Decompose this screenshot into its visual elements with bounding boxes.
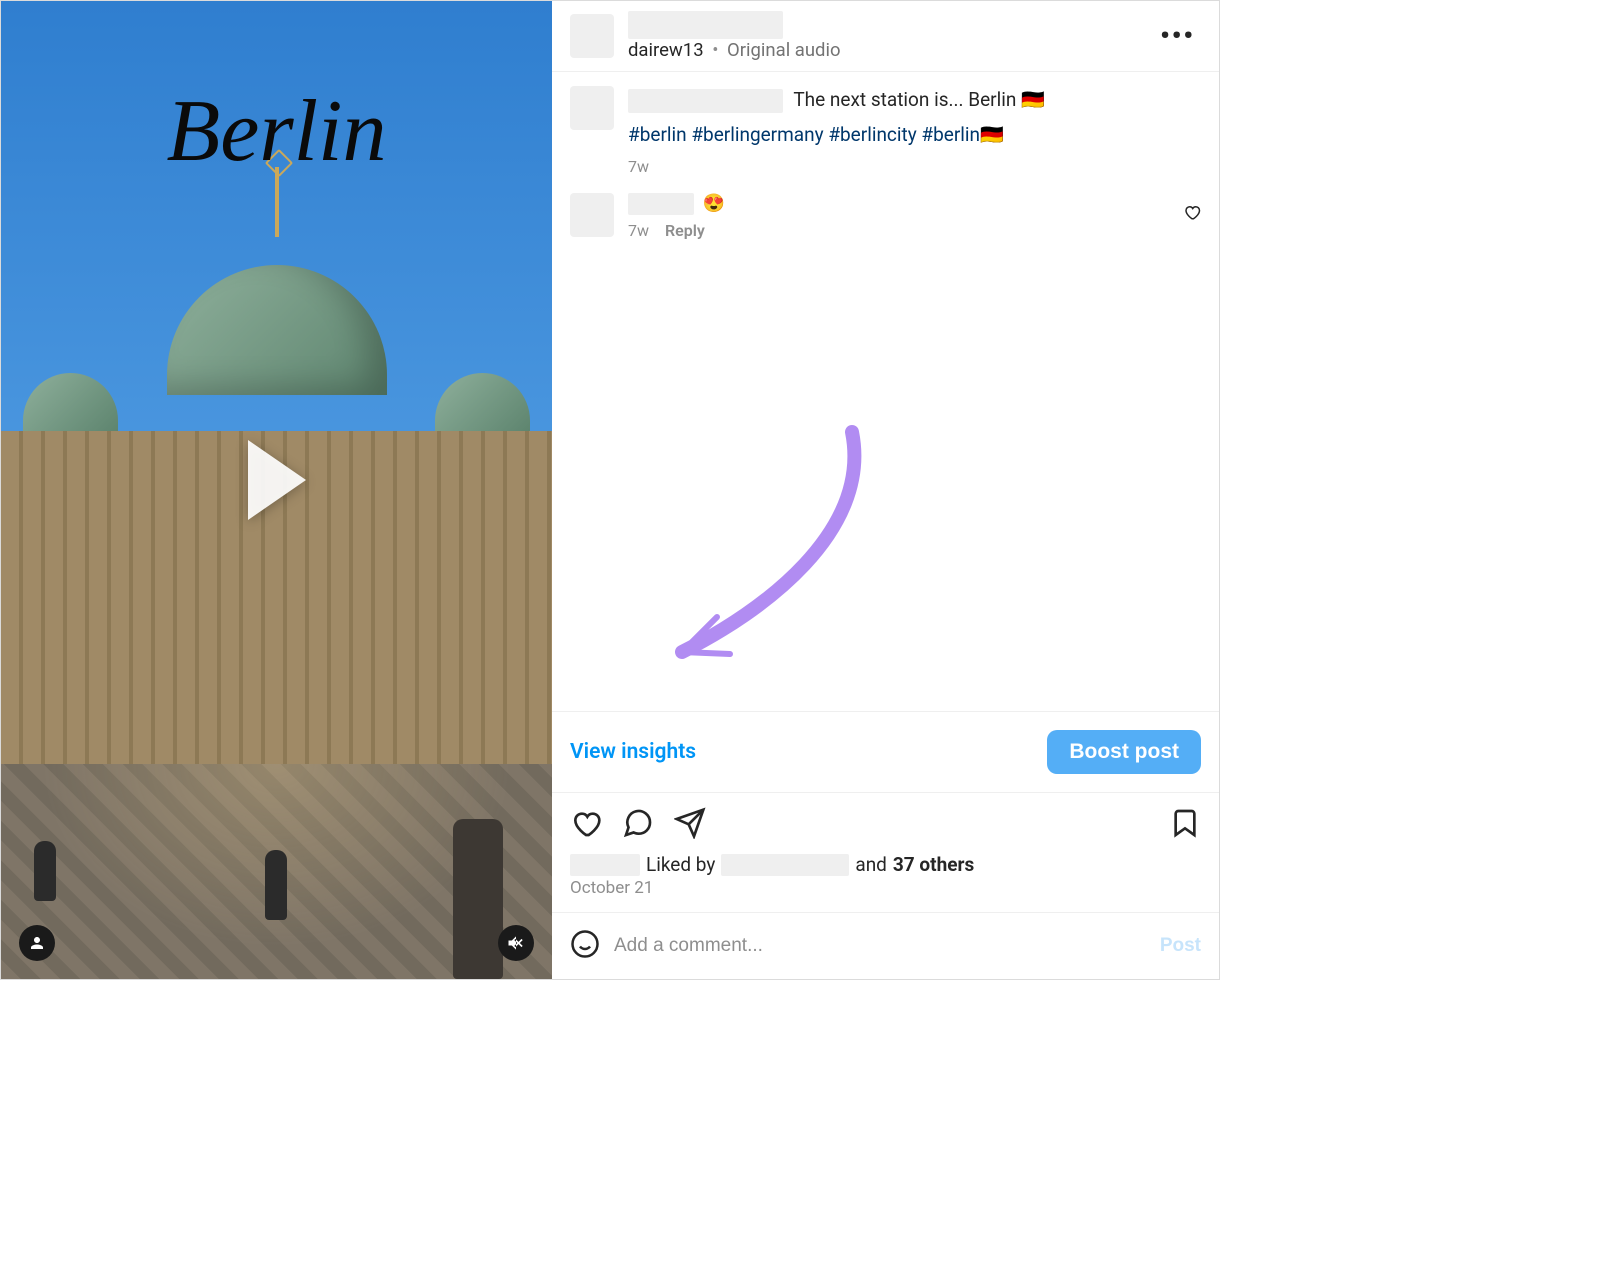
caption-row: The next station is... Berlin 🇩🇪 #berlin… xyxy=(570,86,1201,179)
like-button[interactable] xyxy=(570,807,602,843)
likes-line[interactable]: Liked by and 37 others xyxy=(552,849,1219,878)
person-icon xyxy=(28,934,46,952)
comment-button[interactable] xyxy=(622,807,654,843)
liked-by-others: 37 others xyxy=(893,853,974,876)
boost-post-button[interactable]: Boost post xyxy=(1047,730,1201,774)
heart-icon xyxy=(570,807,602,839)
play-icon[interactable] xyxy=(248,440,306,520)
send-icon xyxy=(674,807,706,839)
insights-bar: View insights Boost post xyxy=(552,711,1219,792)
tagged-people-button[interactable] xyxy=(19,925,55,961)
heart-icon xyxy=(1183,203,1201,221)
media-decor xyxy=(34,841,56,901)
post-container: Berlin dairew13 • Original audio ••• xyxy=(0,0,1220,980)
like-comment-button[interactable] xyxy=(1183,193,1201,225)
caption-hashtags[interactable]: #berlin #berlingermany #berlincity #berl… xyxy=(628,121,1201,150)
media-decor xyxy=(453,819,503,979)
username-placeholder[interactable] xyxy=(628,11,783,39)
comment-age: 7w xyxy=(628,221,649,240)
audio-label[interactable]: Original audio xyxy=(727,39,841,61)
liker-name-placeholder xyxy=(721,854,849,876)
caption-text: The next station is... Berlin 🇩🇪 xyxy=(793,88,1044,111)
post-media[interactable]: Berlin xyxy=(1,1,552,979)
liked-by-and: and xyxy=(855,853,887,876)
audio-user[interactable]: dairew13 xyxy=(628,39,704,61)
liker-avatar-placeholder xyxy=(570,854,640,876)
separator: • xyxy=(712,39,718,61)
username-placeholder[interactable] xyxy=(628,193,694,215)
share-button[interactable] xyxy=(674,807,706,843)
comment-row: 😍 7w Reply xyxy=(570,193,1201,240)
emoji-icon xyxy=(570,929,600,959)
comment-text: 😍 xyxy=(702,193,724,214)
comment-input-bar: Post xyxy=(552,912,1219,979)
mute-icon xyxy=(506,933,526,953)
media-overlay-title: Berlin xyxy=(1,81,552,182)
mute-button[interactable] xyxy=(498,925,534,961)
media-decor xyxy=(265,850,287,920)
reply-button[interactable]: Reply xyxy=(665,221,705,240)
bookmark-icon xyxy=(1169,807,1201,839)
avatar[interactable] xyxy=(570,14,614,58)
comments-area: The next station is... Berlin 🇩🇪 #berlin… xyxy=(552,72,1219,711)
comment-input[interactable] xyxy=(614,935,1146,957)
emoji-button[interactable] xyxy=(570,929,600,963)
annotation-arrow xyxy=(642,412,872,672)
post-header: dairew13 • Original audio ••• xyxy=(552,1,1219,72)
view-insights-link[interactable]: View insights xyxy=(570,740,696,764)
username-placeholder[interactable] xyxy=(628,89,783,113)
post-comment-button[interactable]: Post xyxy=(1160,935,1201,957)
more-options-button[interactable]: ••• xyxy=(1154,17,1201,55)
save-button[interactable] xyxy=(1169,807,1201,843)
avatar[interactable] xyxy=(570,86,614,130)
liked-by-prefix: Liked by xyxy=(646,853,715,876)
avatar[interactable] xyxy=(570,193,614,237)
comment-icon xyxy=(622,807,654,839)
header-text: dairew13 • Original audio xyxy=(628,11,841,61)
caption-age: 7w xyxy=(628,155,1201,179)
action-bar xyxy=(552,792,1219,849)
post-details-panel: dairew13 • Original audio ••• The next s… xyxy=(552,1,1219,979)
post-date: October 21 xyxy=(552,878,1219,912)
